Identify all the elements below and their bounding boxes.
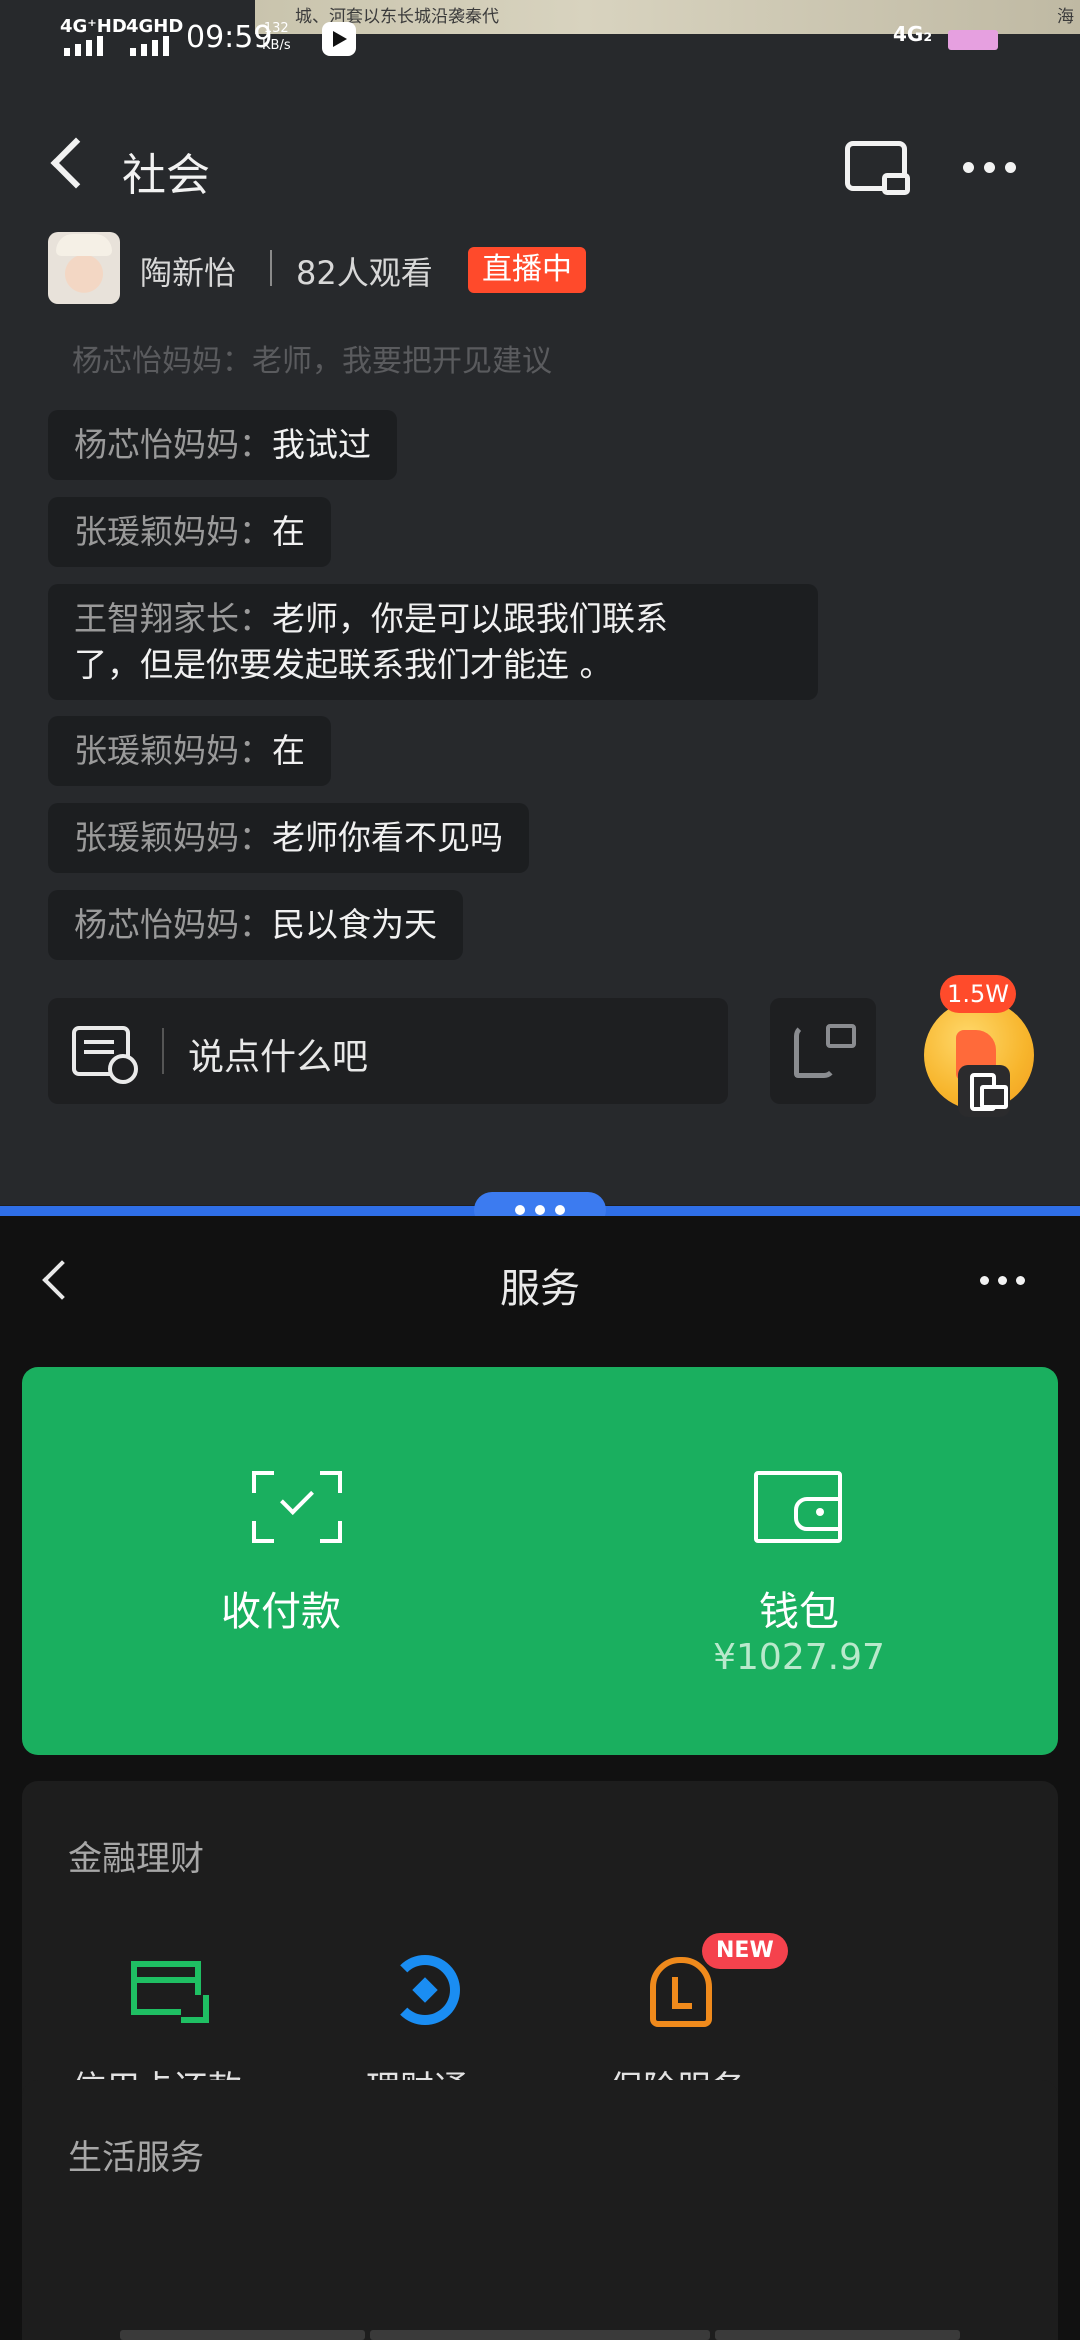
chat-user: 张瑗颖妈妈： <box>74 512 272 551</box>
live-badge: 直播中 <box>468 247 586 293</box>
live-nav-bar: 社会 <box>0 125 1080 215</box>
like-button[interactable]: 1.5W <box>922 975 1042 1125</box>
comment-input[interactable]: 说点什么吧 <box>48 998 728 1104</box>
services-nav-bar: 服务 <box>0 1216 1080 1346</box>
chat-text: 我试过 <box>272 425 371 464</box>
credit-card-repay-button[interactable]: 信用卡还款 <box>42 1951 272 2109</box>
page-title: 社会 <box>122 150 210 201</box>
sim1-label: 4G⁺HD <box>60 16 127 37</box>
insurance-service-button[interactable]: NEW 保险服务 <box>562 1933 792 2109</box>
network-speed: 132 KB/s <box>262 20 291 54</box>
chat-user: 张瑗颖妈妈： <box>74 818 272 857</box>
sim2-label: 4GHD <box>126 16 184 37</box>
network-type: 4G₂ <box>893 22 933 46</box>
battery-icon <box>948 30 998 50</box>
screen-rotate-icon[interactable] <box>958 1065 1010 1117</box>
signal-icon <box>64 36 103 56</box>
chat-text: 在 <box>272 731 305 770</box>
collect-pay-label: 收付款 <box>221 1589 341 1635</box>
chat-message: 杨芯怡妈妈：我试过 <box>48 410 397 480</box>
payment-card: 收付款 钱包 ¥1027.97 <box>22 1367 1058 1755</box>
chat-text: 民以食为天 <box>272 905 437 944</box>
chat-text: 老师，你是可以跟我们联系 <box>272 599 668 638</box>
chat-user: 杨芯怡妈妈： <box>74 905 272 944</box>
chat-user: 杨芯怡妈妈： <box>74 425 272 464</box>
live-stream-pane: 城、河套以东长城沿袭秦代 海 4G⁺HD 4GHD 09:59 132 KB/s… <box>0 0 1080 1205</box>
chat-text-continued: 了，但是你要发起联系我们才能连 。 <box>74 645 613 684</box>
video-call-button[interactable] <box>770 998 876 1104</box>
chat-text: 老师你看不见吗 <box>272 818 503 857</box>
section-title: 生活服务 <box>68 2138 204 2178</box>
host-avatar[interactable] <box>48 232 120 304</box>
network-speed-unit: KB/s <box>262 38 291 53</box>
picture-in-picture-icon[interactable] <box>845 141 910 195</box>
more-options-icon[interactable] <box>980 1276 1025 1285</box>
more-options-icon[interactable] <box>963 162 1016 173</box>
scroll-tab-indicator <box>120 2330 365 2340</box>
status-time: 09:59 <box>186 20 273 55</box>
credit-card-icon <box>131 1961 209 2023</box>
wealth-management-button[interactable]: 理财通 <box>302 1951 532 2109</box>
chat-user: 张瑗颖妈妈： <box>74 731 272 770</box>
section-title: 金融理财 <box>68 1839 204 1879</box>
back-icon[interactable] <box>50 137 102 189</box>
wallet-icon <box>754 1471 842 1543</box>
chat-message: 张瑗颖妈妈：老师你看不见吗 <box>48 803 529 873</box>
host-name: 陶新怡 <box>140 254 237 292</box>
wallet-button[interactable]: 钱包 ¥1027.97 <box>540 1367 1058 1755</box>
split-screen: 城、河套以东长城沿袭秦代 海 4G⁺HD 4GHD 09:59 132 KB/s… <box>0 0 1080 2340</box>
divider <box>162 1028 164 1074</box>
page-title: 服务 <box>500 1266 580 1312</box>
chat-message: 张瑗颖妈妈：在 <box>48 497 331 567</box>
chat-text: 在 <box>272 512 305 551</box>
insurance-icon <box>650 1957 712 2027</box>
chat-message: 张瑗颖妈妈：在 <box>48 716 331 786</box>
divider <box>270 250 272 286</box>
scroll-tab-indicator <box>715 2330 960 2340</box>
network-speed-value: 132 <box>263 21 289 36</box>
signal-icon <box>130 36 169 56</box>
wealth-icon <box>390 1955 460 2025</box>
comment-placeholder: 说点什么吧 <box>188 1037 369 1078</box>
collect-pay-button[interactable]: 收付款 <box>22 1367 540 1755</box>
viewer-count: 82人观看 <box>296 254 433 292</box>
chat-user: 王智翔家长： <box>74 599 272 638</box>
life-services-section: 生活服务 <box>22 2080 1058 2340</box>
wallet-balance: ¥1027.97 <box>713 1637 885 1678</box>
chat-message: 杨芯怡妈妈：民以食为天 <box>48 890 463 960</box>
scan-check-icon <box>252 1471 342 1543</box>
host-info: 陶新怡 82人观看 直播中 <box>48 232 948 308</box>
notification-app-icon <box>322 22 356 56</box>
status-bar: 4G⁺HD 4GHD 09:59 132 KB/s 4G₂ <box>0 0 1080 72</box>
new-badge: NEW <box>702 1933 788 1969</box>
like-count: 1.5W <box>940 975 1016 1013</box>
camera-icon <box>826 1024 856 1048</box>
chat-message: 王智翔家长：老师，你是可以跟我们联系 了，但是你要发起联系我们才能连 。 <box>48 584 818 700</box>
scroll-tab-indicator <box>370 2330 710 2340</box>
chat-message-faded: 杨芯怡妈妈：老师，我要把开见建议 <box>72 344 552 379</box>
signin-form-icon[interactable] <box>72 1026 138 1084</box>
wallet-label: 钱包 <box>759 1589 839 1635</box>
